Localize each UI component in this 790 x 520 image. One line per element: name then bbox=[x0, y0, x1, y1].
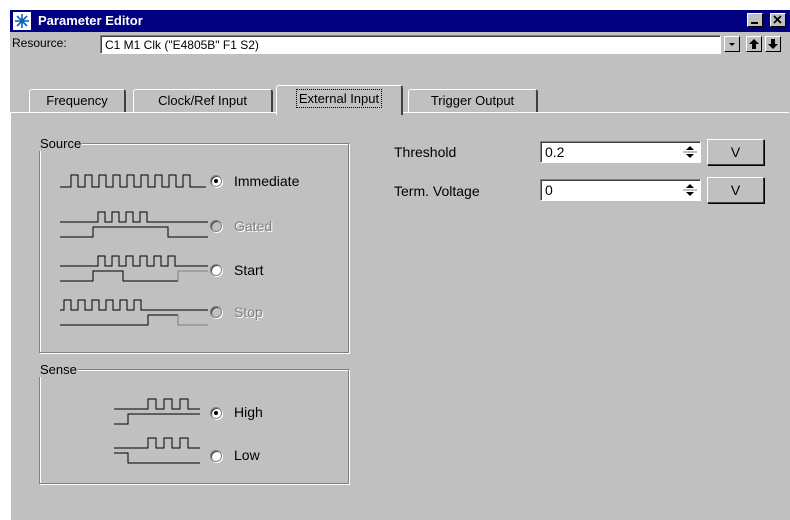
external-input-panel: Source Immediate Gated Start Stop Sense … bbox=[10, 112, 789, 520]
sense-low-radio[interactable] bbox=[210, 450, 222, 462]
radio-dot bbox=[214, 179, 218, 183]
low-sense-waveform-icon bbox=[114, 437, 200, 464]
tab-label: Trigger Output bbox=[430, 93, 515, 108]
arrow-up-icon bbox=[749, 39, 759, 49]
tab-label: Frequency bbox=[46, 93, 108, 108]
source-immediate-radio[interactable] bbox=[210, 175, 222, 187]
tab-trigger-output[interactable]: Trigger Output bbox=[408, 89, 538, 113]
start-waveform-icon bbox=[60, 255, 208, 282]
previous-resource-button[interactable] bbox=[746, 36, 762, 52]
term-voltage-unit-label: V bbox=[730, 182, 741, 198]
resource-value: C1 M1 Clk ("E4805B" F1 S2) bbox=[105, 38, 259, 52]
sense-group-title: Sense bbox=[39, 362, 78, 377]
term-voltage-spin-icon[interactable] bbox=[682, 182, 698, 198]
sense-high-label[interactable]: High bbox=[234, 404, 263, 420]
threshold-unit-label: V bbox=[730, 144, 741, 160]
resource-label: Resource: bbox=[12, 36, 67, 50]
sense-low-label[interactable]: Low bbox=[234, 447, 260, 463]
threshold-unit-button[interactable]: V bbox=[707, 139, 764, 165]
arrow-down-icon bbox=[768, 39, 778, 49]
resource-dropdown-button[interactable] bbox=[724, 36, 740, 52]
tab-clock-ref-input[interactable]: Clock/Ref Input bbox=[133, 89, 273, 113]
chevron-down-icon bbox=[729, 43, 735, 46]
source-immediate-label[interactable]: Immediate bbox=[234, 173, 299, 189]
radio-dot bbox=[214, 411, 218, 415]
tab-label: Clock/Ref Input bbox=[158, 93, 247, 108]
minimize-icon bbox=[751, 22, 758, 24]
immediate-waveform-icon bbox=[60, 174, 206, 188]
minimize-button[interactable] bbox=[747, 13, 763, 27]
parameter-editor-window: Parameter Editor Resource: C1 M1 Clk ("E… bbox=[10, 10, 790, 520]
close-button[interactable] bbox=[770, 13, 786, 27]
threshold-spin-icon[interactable] bbox=[682, 144, 698, 160]
sense-high-radio[interactable] bbox=[210, 407, 222, 419]
stop-waveform-icon bbox=[60, 299, 208, 326]
source-stop-label[interactable]: Stop bbox=[234, 304, 263, 320]
threshold-value: 0.2 bbox=[545, 144, 565, 160]
term-voltage-label: Term. Voltage bbox=[394, 183, 480, 199]
sense-group: Sense High Low bbox=[39, 362, 349, 484]
tab-label: External Input bbox=[295, 89, 383, 108]
source-start-radio[interactable] bbox=[210, 264, 222, 276]
term-voltage-value: 0 bbox=[545, 182, 553, 198]
threshold-input[interactable]: 0.2 bbox=[540, 141, 701, 163]
source-group-title: Source bbox=[39, 136, 83, 151]
close-icon bbox=[773, 15, 782, 24]
window-title: Parameter Editor bbox=[38, 13, 143, 28]
source-start-label[interactable]: Start bbox=[234, 262, 264, 278]
source-stop-radio[interactable] bbox=[210, 306, 222, 318]
gated-waveform-icon bbox=[60, 211, 208, 238]
term-voltage-unit-button[interactable]: V bbox=[707, 177, 764, 203]
resource-select[interactable]: C1 M1 Clk ("E4805B" F1 S2) bbox=[100, 35, 721, 54]
term-voltage-input[interactable]: 0 bbox=[540, 179, 701, 201]
next-resource-button[interactable] bbox=[765, 36, 781, 52]
source-gated-label[interactable]: Gated bbox=[234, 218, 272, 234]
app-icon bbox=[13, 12, 31, 30]
source-group: Source Immediate Gated Start Stop bbox=[39, 136, 349, 353]
source-gated-radio[interactable] bbox=[210, 220, 222, 232]
title-bar[interactable]: Parameter Editor bbox=[10, 10, 790, 32]
high-sense-waveform-icon bbox=[114, 398, 200, 425]
threshold-label: Threshold bbox=[394, 144, 457, 160]
tab-external-input[interactable]: External Input bbox=[276, 85, 403, 115]
tab-frequency[interactable]: Frequency bbox=[29, 89, 126, 113]
